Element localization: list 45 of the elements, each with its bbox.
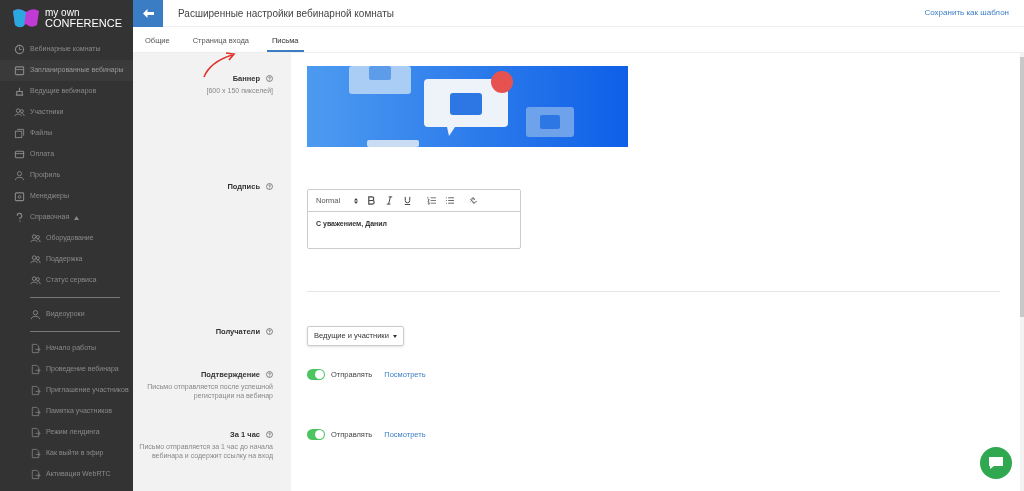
menu-icon — [14, 86, 25, 97]
menu-icon — [14, 44, 25, 55]
scrollbar-thumb[interactable] — [1020, 57, 1024, 317]
menu-icon — [30, 448, 41, 459]
bold-icon[interactable] — [367, 196, 377, 205]
menu-icon — [30, 469, 41, 480]
menu-icon — [14, 191, 25, 202]
help-icon[interactable] — [266, 183, 273, 191]
annotation-arrow-drawing — [202, 52, 236, 78]
toggle-switch[interactable] — [307, 429, 325, 441]
logo-icon — [11, 7, 41, 29]
menu-icon — [30, 427, 41, 438]
logo-text: CONFERENCE — [45, 18, 122, 28]
menu-icon — [30, 406, 41, 417]
caret-icon — [393, 334, 397, 338]
menu-icon — [30, 275, 41, 286]
menu-icon — [14, 128, 25, 139]
back-arrow-icon — [142, 8, 154, 18]
chat-icon — [988, 456, 1004, 470]
toggle-switch[interactable] — [307, 369, 325, 381]
ordered-list-icon[interactable] — [427, 196, 437, 205]
help-icon[interactable] — [266, 431, 273, 439]
menu-icon — [30, 364, 41, 375]
help-icon[interactable] — [266, 328, 273, 336]
menu-icon — [14, 107, 25, 118]
logo-text: my own — [45, 8, 80, 18]
chat-button[interactable] — [980, 447, 1012, 479]
menu-icon — [14, 65, 25, 76]
bullet-list-icon[interactable] — [445, 196, 455, 205]
save-template-link[interactable]: Сохранить как шаблон — [924, 7, 1009, 19]
help-icon[interactable] — [266, 75, 273, 83]
page-title: Расширенные настройки вебинарной комнаты — [178, 6, 394, 21]
menu-icon — [14, 170, 25, 181]
menu-icon — [14, 212, 25, 223]
italic-icon[interactable] — [385, 196, 395, 205]
help-icon[interactable] — [266, 371, 273, 379]
menu-icon — [30, 385, 41, 396]
updown-icon[interactable] — [354, 197, 359, 204]
menu-icon — [30, 233, 41, 244]
menu-icon — [30, 254, 41, 265]
back-button[interactable] — [133, 0, 163, 27]
menu-icon — [30, 343, 41, 354]
menu-icon — [30, 309, 41, 320]
menu-icon — [14, 149, 25, 160]
underline-icon[interactable] — [403, 196, 413, 205]
